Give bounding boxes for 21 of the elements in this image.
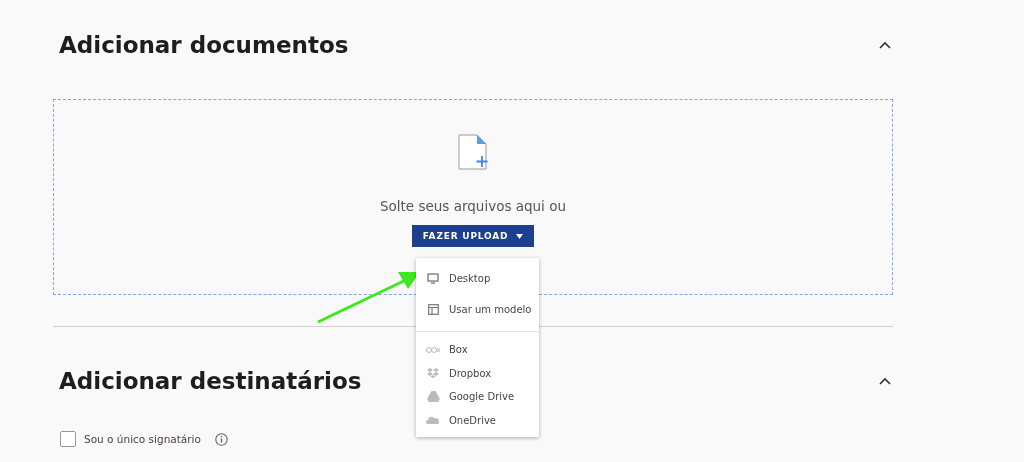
- checkbox-label: Sou o único signatário: [84, 433, 201, 445]
- info-icon[interactable]: [214, 432, 228, 446]
- menu-item[interactable]: Desktop: [449, 273, 491, 284]
- menu-item[interactable]: Google Drive: [449, 391, 515, 403]
- caret-icon: [516, 233, 524, 239]
- diamonds-icon: [427, 367, 439, 379]
- add-file-icon: [458, 134, 488, 170]
- upload-button[interactable]: FAZER UPLOAD: [411, 225, 535, 247]
- section-title: Adicionar destinatários: [59, 367, 362, 396]
- menu-item[interactable]: Usar um modelo: [449, 304, 532, 315]
- chevron-up-icon[interactable]: [879, 41, 891, 49]
- layout-icon: [427, 304, 439, 315]
- drop-hint: Solte seus arquivos aqui ou: [380, 198, 566, 214]
- menu-item[interactable]: OneDrive: [449, 414, 497, 426]
- cloud-icon: [426, 416, 440, 425]
- menu-item[interactable]: Box: [449, 344, 468, 356]
- chevron-up-icon[interactable]: [879, 377, 891, 385]
- section-title: Adicionar documentos: [59, 31, 349, 60]
- monitor-icon: [427, 273, 439, 284]
- checkbox[interactable]: [60, 431, 76, 447]
- menu-item[interactable]: Dropbox: [449, 367, 492, 379]
